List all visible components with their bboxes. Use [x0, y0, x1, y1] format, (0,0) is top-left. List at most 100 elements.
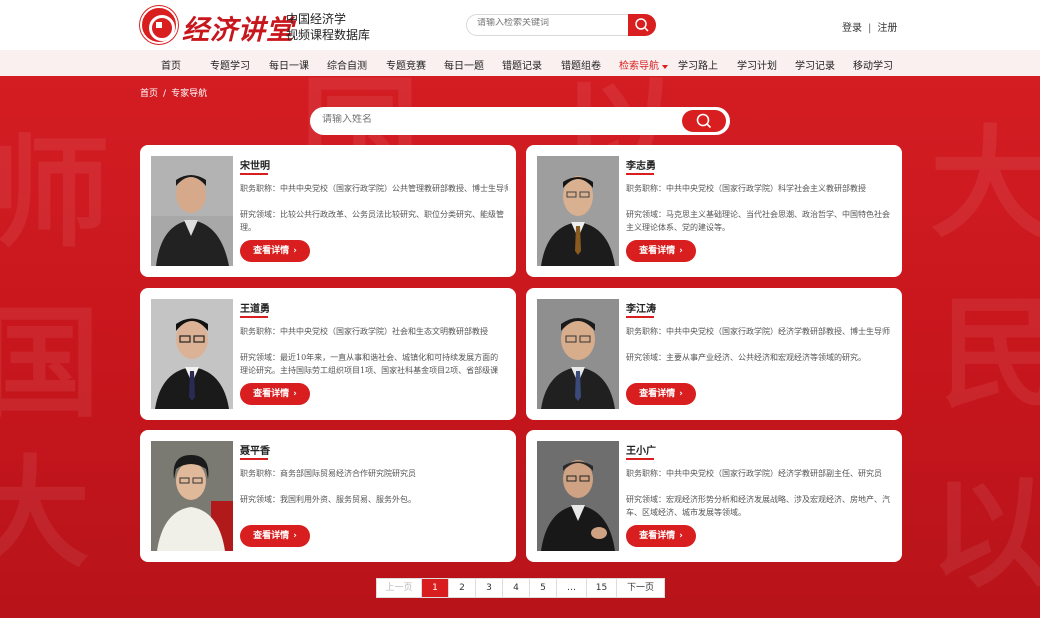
expert-title: 职务职称：中共中央党校（国家行政学院）科学社会主义教研部教授: [626, 184, 866, 193]
view-details-button[interactable]: 查看详情 ›: [626, 240, 696, 262]
button-label: 查看详情: [639, 531, 676, 541]
name-underline: [626, 316, 654, 318]
top-search-box: [466, 14, 656, 36]
nav-label: 专题竞赛: [386, 61, 426, 72]
expert-name[interactable]: 李江涛: [626, 300, 656, 315]
nav-item-wrong-paper[interactable]: 错题组卷: [561, 57, 601, 72]
nav-label: 学习计划: [737, 61, 777, 72]
nav-item-topic-study[interactable]: 专题学习: [210, 57, 250, 72]
expert-card: 王小广 职务职称：中共中央党校（国家行政学院）经济学教研部副主任、研究员 研究领…: [526, 430, 902, 562]
brand-title[interactable]: 经济讲堂: [182, 8, 294, 47]
button-label: 查看详情: [639, 389, 676, 399]
expert-card: 李江涛 职务职称：中共中央党校（国家行政学院）经济学教研部教授、博士生导师 研究…: [526, 288, 902, 420]
nav-label: 错题记录: [502, 61, 542, 72]
expert-name-input[interactable]: [322, 114, 672, 125]
nav-label: 每日一课: [269, 61, 309, 72]
expert-name[interactable]: 王小广: [626, 442, 656, 457]
nav-item-topic-contest[interactable]: 专题竞赛: [386, 57, 426, 72]
background-decoration: 民: [940, 283, 1040, 424]
search-icon: [696, 113, 712, 129]
expert-photo: [151, 299, 233, 409]
expert-search-button[interactable]: [682, 110, 726, 132]
register-link[interactable]: 注册: [877, 23, 897, 34]
nav-item-self-test[interactable]: 综合自测: [327, 57, 367, 72]
expert-research-field: 研究领域：马克思主义基础理论、当代社会思潮、政治哲学、中国特色社会主义理论体系、…: [626, 210, 890, 232]
chevron-right-icon: ›: [679, 531, 683, 541]
expert-photo: [537, 156, 619, 266]
top-search-button[interactable]: [628, 14, 656, 36]
nav-item-study-plan[interactable]: 学习计划: [737, 57, 777, 72]
expert-title: 职务职称：商务部国际贸易经济合作研究院研究员: [240, 469, 416, 478]
brand-subtitle-1: 中国经济学: [286, 12, 347, 26]
expert-research-field: 研究领域：比较公共行政改革、公务员法比较研究、职位分类研究、能级管理。: [240, 210, 504, 232]
header: 经济讲堂 中国经济学 视频课程数据库 登录 | 注册: [0, 0, 1040, 50]
view-details-button[interactable]: 查看详情 ›: [626, 525, 696, 547]
page-button[interactable]: 1: [422, 579, 449, 597]
expert-name[interactable]: 李志勇: [626, 157, 656, 172]
search-icon: [635, 18, 649, 32]
nav-item-wrong-records[interactable]: 错题记录: [502, 57, 542, 72]
page-button[interactable]: 15: [587, 579, 617, 597]
name-underline: [626, 458, 654, 460]
expert-card: 宋世明 职务职称：中共中央党校（国家行政学院）公共管理教研部教授、博士生导师 研…: [140, 145, 516, 277]
page-button[interactable]: 4: [503, 579, 530, 597]
prev-page-button[interactable]: 上一页: [377, 579, 422, 597]
expert-research-field: 研究领域：宏观经济形势分析和经济发展战略、涉及宏观经济、房地产、汽车、区域经济、…: [626, 495, 890, 517]
name-underline: [240, 316, 268, 318]
login-link[interactable]: 登录: [842, 23, 862, 34]
expert-research-field: 研究领域：最近10年来，一直从事和谐社会、城镇化和可持续发展方面的理论研究。主持…: [240, 353, 499, 375]
expert-title: 职务职称：中共中央党校（国家行政学院）经济学教研部副主任、研究员: [626, 469, 882, 478]
background-decoration: 以: [930, 463, 1040, 604]
nav-item-study-records[interactable]: 学习记录: [795, 57, 835, 72]
expert-name[interactable]: 聂平香: [240, 442, 270, 457]
expert-name[interactable]: 王道勇: [240, 300, 270, 315]
button-label: 查看详情: [253, 246, 290, 256]
logo-emblem-icon[interactable]: [140, 6, 178, 44]
page-button[interactable]: 3: [476, 579, 503, 597]
auth-links: 登录 | 注册: [842, 19, 897, 34]
chevron-right-icon: ›: [293, 246, 297, 256]
nav-label: 学习记录: [795, 61, 835, 72]
breadcrumb-home[interactable]: 首页: [140, 89, 158, 99]
chevron-right-icon: ›: [679, 246, 683, 256]
view-details-button[interactable]: 查看详情 ›: [240, 240, 310, 262]
main-nav: 首页 专题学习 每日一课 综合自测 专题竞赛 每日一题 错题记录 错题组卷 检索…: [0, 50, 1040, 79]
caret-down-icon: [662, 64, 668, 69]
pagination: 上一页 1 2 3 4 5 … 15 下一页: [376, 578, 665, 598]
expert-title: 职务职称：中共中央党校（国家行政学院）社会和生态文明教研部教授: [240, 327, 488, 336]
background-decoration: 大: [930, 113, 1040, 254]
expert-photo: [537, 441, 619, 551]
expert-title: 职务职称：中共中央党校（国家行政学院）公共管理教研部教授、博士生导师: [240, 184, 508, 193]
nav-label: 综合自测: [327, 61, 367, 72]
button-label: 查看详情: [253, 531, 290, 541]
nav-item-search-nav[interactable]: 检索导航: [619, 57, 668, 79]
next-page-button[interactable]: 下一页: [617, 579, 664, 597]
view-details-button[interactable]: 查看详情 ›: [240, 525, 310, 547]
expert-title: 职务职称：中共中央党校（国家行政学院）经济学教研部教授、博士生导师: [626, 327, 890, 336]
chevron-right-icon: ›: [679, 389, 683, 399]
nav-label: 首页: [161, 61, 181, 72]
page-button[interactable]: 5: [530, 579, 557, 597]
view-details-button[interactable]: 查看详情 ›: [626, 383, 696, 405]
nav-item-home[interactable]: 首页: [161, 57, 181, 72]
expert-name[interactable]: 宋世明: [240, 157, 270, 172]
expert-search-box: [310, 107, 730, 135]
nav-item-study-road[interactable]: 学习路上: [678, 57, 718, 72]
nav-label: 专题学习: [210, 61, 250, 72]
chevron-right-icon: ›: [293, 389, 297, 399]
expert-photo: [537, 299, 619, 409]
nav-label: 错题组卷: [561, 61, 601, 72]
breadcrumb: 首页 / 专家导航: [140, 86, 207, 99]
breadcrumb-separator: /: [163, 89, 167, 99]
expert-card: 李志勇 职务职称：中共中央党校（国家行政学院）科学社会主义教研部教授 研究领域：…: [526, 145, 902, 277]
name-underline: [240, 173, 268, 175]
name-underline: [240, 458, 268, 460]
button-label: 查看详情: [253, 389, 290, 399]
expert-card: 王道勇 职务职称：中共中央党校（国家行政学院）社会和生态文明教研部教授 研究领域…: [140, 288, 516, 420]
view-details-button[interactable]: 查看详情 ›: [240, 383, 310, 405]
nav-item-daily-question[interactable]: 每日一题: [444, 57, 484, 72]
top-search-input[interactable]: [477, 18, 627, 28]
page-button[interactable]: 2: [449, 579, 476, 597]
nav-item-mobile-study[interactable]: 移动学习: [853, 57, 893, 72]
nav-item-daily-lesson[interactable]: 每日一课: [269, 57, 309, 72]
